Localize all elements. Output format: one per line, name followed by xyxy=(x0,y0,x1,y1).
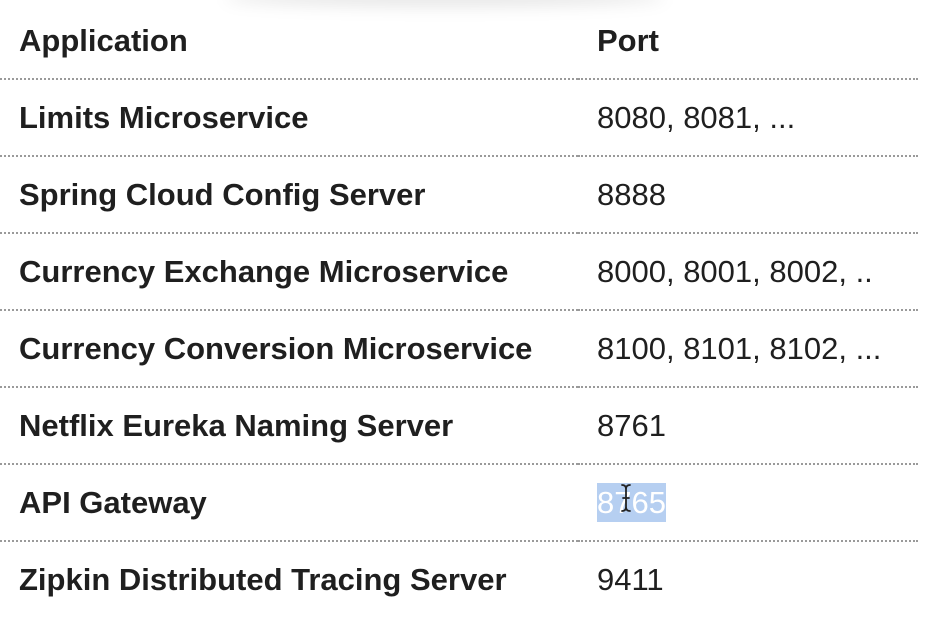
application-cell[interactable]: Currency Conversion Microservice xyxy=(0,310,578,388)
port-cell[interactable]: 8100, 8101, 8102, ... xyxy=(578,310,918,388)
table-row: Currency Exchange Microservice 8000, 800… xyxy=(0,233,918,311)
application-cell[interactable]: Limits Microservice xyxy=(0,79,578,157)
ports-table: Application Port Limits Microservice 808… xyxy=(0,4,918,617)
table-row: Netflix Eureka Naming Server 8761 xyxy=(0,387,918,465)
application-cell[interactable]: API Gateway xyxy=(0,464,578,542)
application-cell[interactable]: Currency Exchange Microservice xyxy=(0,233,578,311)
table-row-selected: API Gateway 8765 xyxy=(0,464,918,542)
table-header-row: Application Port xyxy=(0,4,918,80)
selected-port-text: 8765 xyxy=(597,484,666,520)
table-row: Limits Microservice 8080, 8081, ... xyxy=(0,79,918,157)
table-row: Currency Conversion Microservice 8100, 8… xyxy=(0,310,918,388)
port-cell[interactable]: 8000, 8001, 8002, .. xyxy=(578,233,918,311)
column-header-port: Port xyxy=(578,4,918,80)
port-cell[interactable]: 8080, 8081, ... xyxy=(578,79,918,157)
port-cell[interactable]: 8888 xyxy=(578,156,918,234)
port-cell[interactable]: 8761 xyxy=(578,387,918,465)
port-cell[interactable]: 9411 xyxy=(578,541,918,617)
port-cell[interactable]: 8765 xyxy=(578,464,918,542)
application-cell[interactable]: Spring Cloud Config Server xyxy=(0,156,578,234)
application-cell[interactable]: Zipkin Distributed Tracing Server xyxy=(0,541,578,617)
table-row: Zipkin Distributed Tracing Server 9411 xyxy=(0,541,918,617)
column-header-application: Application xyxy=(0,4,578,80)
selected-text-highlight[interactable]: 8765 xyxy=(597,482,666,522)
application-cell[interactable]: Netflix Eureka Naming Server xyxy=(0,387,578,465)
table-row: Spring Cloud Config Server 8888 xyxy=(0,156,918,234)
